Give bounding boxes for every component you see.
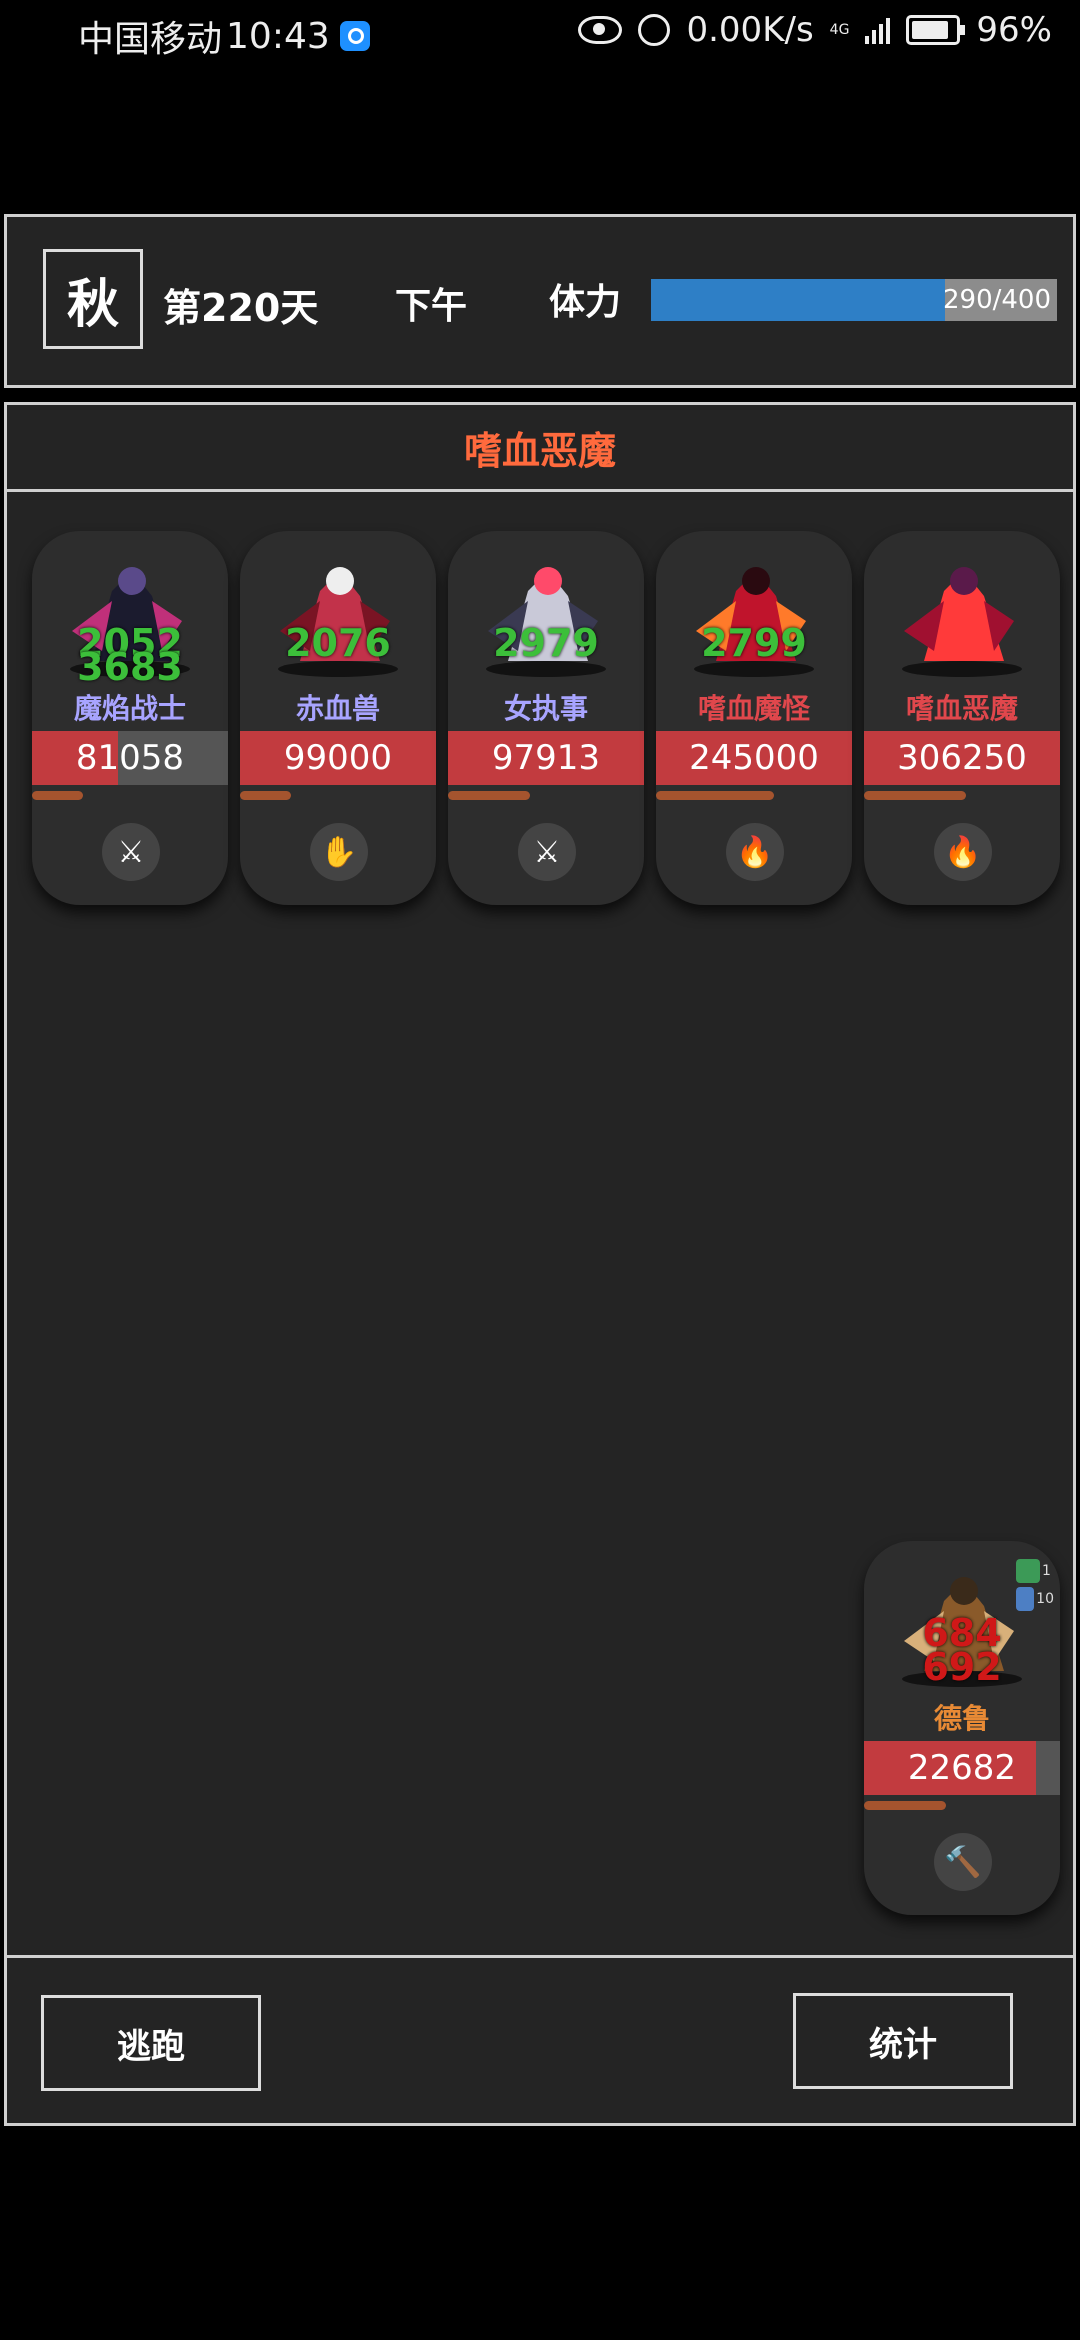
eye-icon [578,16,623,44]
energy-fill [864,791,966,800]
fire-icon[interactable]: 🔥 [726,823,784,881]
player-card[interactable]: 684 692 德鲁 22682 🔨 1 10 [864,1541,1060,1915]
stamina-bar: 290/400 [651,279,1057,321]
fire-icon[interactable]: 🔥 [934,823,992,881]
energy-bar [864,791,1060,800]
damage-number: 2076 [285,621,391,665]
stamina-label: 体力 [549,282,622,323]
stamina-fill [651,279,946,321]
enemy-sprite [864,541,1060,691]
stamina-value: 290/400 [942,285,1051,315]
unit-name: 嗜血恶魔 [905,692,1018,725]
energy-fill [656,791,774,800]
buff-count: 1 [1042,1563,1051,1579]
alarm-icon [638,14,671,46]
buff-list: 1 10 [1016,1559,1054,1615]
day-info-panel: 秋 第220天 下午 体力 290/400 [4,214,1076,388]
hp-value: 245000 [689,738,819,778]
hp-value: 306250 [897,738,1027,778]
divider [7,1955,1073,1958]
search-app-icon [339,21,370,51]
energy-bar [32,791,228,800]
flee-button[interactable]: 逃跑 [41,1995,261,2091]
clock: 10:43 [226,15,330,57]
enemy-sprite [240,541,436,691]
net-speed: 0.00K/s [686,10,814,50]
hammer-icon[interactable]: 🔨 [934,1833,992,1891]
energy-fill [864,1801,947,1810]
buff-count: 10 [1036,1591,1054,1607]
damage-number: 3683 [77,645,183,689]
enemy-sprite [656,541,852,691]
damage-number: 692 [922,1645,1002,1689]
enemy-sprite [448,541,644,691]
status-bar: 中国移动 10:43 0.00K/s 4G 96% [0,0,1080,66]
damage-number: 2799 [701,621,807,665]
hp-bar: 306250 [864,731,1060,785]
unit-name: 德鲁 [933,1702,990,1735]
ice-buff-icon-swatch [1016,1587,1035,1611]
stats-button[interactable]: 统计 [793,1993,1013,2089]
battle-title: 嗜血恶魔 [7,405,1073,492]
energy-bar [656,791,852,800]
enemy-card[interactable]: 嗜血恶魔 306250 🔥 [864,531,1060,905]
unit-name: 女执事 [503,692,588,725]
battery-icon [906,15,966,45]
energy-fill [32,791,83,800]
season-badge: 秋 [43,249,143,349]
hp-value: 99000 [283,738,393,778]
shield-buff-icon-swatch [1016,1559,1040,1583]
hp-value: 81058 [75,738,185,778]
enemy-card[interactable]: 2052 3683 魔焰战士 81058 ⚔ [32,531,228,905]
day-counter: 第220天 [163,286,319,330]
hp-bar: 22682 [864,1741,1060,1795]
hp-bar: 99000 [240,731,436,785]
hp-value: 97913 [491,738,601,778]
unit-name: 赤血兽 [295,692,380,725]
carrier-label: 中国移动 [78,19,223,60]
hp-bar: 81058 [32,731,228,785]
energy-fill [448,791,531,800]
damage-number: 2979 [493,621,599,665]
battery-percent: 96% [976,10,1052,50]
enemy-card[interactable]: 2979 女执事 97913 ⚔ [448,531,644,905]
battle-panel: 嗜血恶魔 2052 3683 魔焰战士 81058 ⚔ 2076 赤血兽 99000 ✋ 2979… [4,402,1076,2126]
energy-bar [864,1801,1060,1810]
sword-icon[interactable]: ⚔ [518,823,576,881]
signal-icon [865,16,891,44]
energy-fill [240,791,291,800]
hp-value: 22682 [907,1748,1017,1788]
energy-bar [240,791,436,800]
sword-icon[interactable]: ⚔ [102,823,160,881]
enemy-card[interactable]: 2076 赤血兽 99000 ✋ [240,531,436,905]
unit-name: 嗜血魔怪 [697,692,810,725]
network-type: 4G [829,22,850,38]
enemy-card[interactable]: 2799 嗜血魔怪 245000 🔥 [656,531,852,905]
unit-name: 魔焰战士 [73,692,186,725]
hp-bar: 245000 [656,731,852,785]
time-of-day: 下午 [395,286,468,327]
ice-buff-icon: 10 [1016,1587,1054,1611]
shield-buff-icon: 1 [1016,1559,1054,1583]
hp-bar: 97913 [448,731,644,785]
claw-icon[interactable]: ✋ [310,823,368,881]
energy-bar [448,791,644,800]
